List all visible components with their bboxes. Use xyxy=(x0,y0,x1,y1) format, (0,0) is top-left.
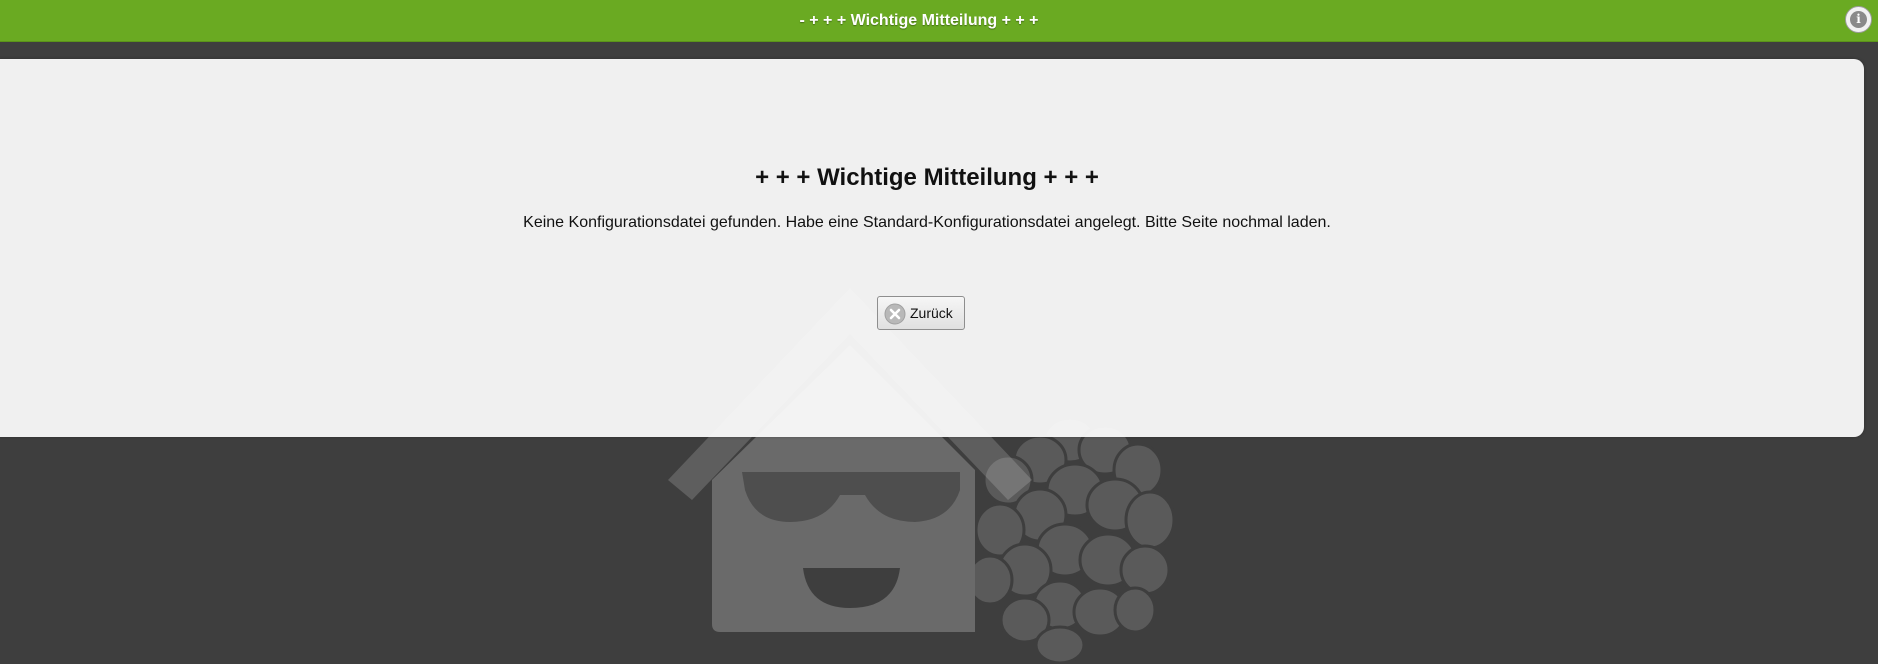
info-icon: i xyxy=(1850,11,1867,28)
back-button[interactable]: Zurück xyxy=(877,296,965,330)
back-button-label: Zurück xyxy=(910,305,953,321)
header-title: - + + + Wichtige Mitteilung + + + xyxy=(799,12,1039,29)
close-circle-icon xyxy=(884,303,906,325)
info-button[interactable]: i xyxy=(1845,6,1872,33)
notice-message: Keine Konfigurationsdatei gefunden. Habe… xyxy=(523,214,1331,231)
notice-title: + + + Wichtige Mitteilung + + + xyxy=(755,164,1099,191)
notice-panel: + + + Wichtige Mitteilung + + + Keine Ko… xyxy=(0,59,1864,437)
header-bar: - + + + Wichtige Mitteilung + + + i xyxy=(0,0,1878,42)
